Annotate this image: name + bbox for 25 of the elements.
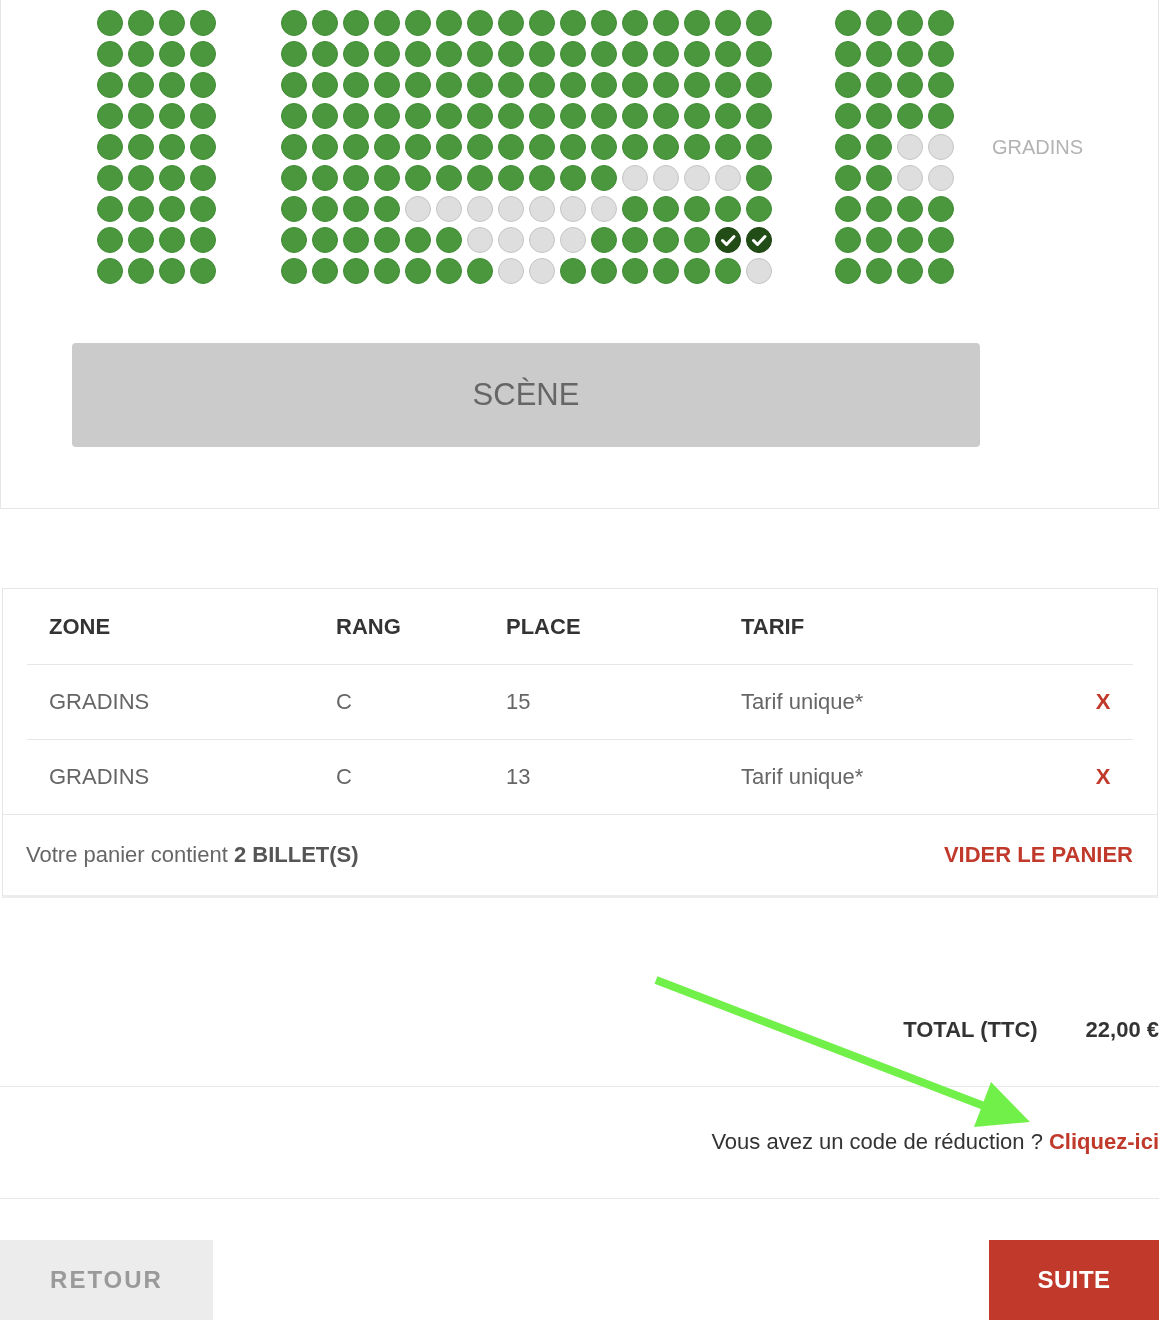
table-cell: GRADINS xyxy=(49,689,150,714)
discount-link[interactable]: Cliquez-ici xyxy=(1049,1129,1159,1154)
column-header: PLACE xyxy=(506,613,581,639)
table-cell: 15 xyxy=(506,689,531,714)
total-label: TOTAL (TTC) xyxy=(903,1016,1038,1044)
next-button[interactable]: SUITE xyxy=(989,1240,1159,1320)
empty-cart-link[interactable]: VIDER LE PANIER xyxy=(943,842,1133,868)
table-cell: Tarif unique* xyxy=(741,689,864,714)
discount-prompt: Vous avez un code de réduction ? Cliquez-ici xyxy=(711,1128,1159,1156)
table-cell: Tarif unique* xyxy=(741,764,864,789)
remove-button[interactable]: X xyxy=(1095,764,1111,790)
seat-icon[interactable] xyxy=(715,227,741,253)
column-header: TARIF xyxy=(741,613,805,639)
zone-label: GRADINS xyxy=(992,135,1084,159)
table-cell: 13 xyxy=(506,764,531,789)
table-cell: GRADINS xyxy=(49,764,150,789)
stage: SCÈNE xyxy=(72,343,980,447)
column-header: ZONE xyxy=(49,613,111,639)
table-cell: C xyxy=(336,689,352,714)
remove-button[interactable]: X xyxy=(1095,689,1111,715)
total-amount: 22,00 € xyxy=(1085,1016,1159,1044)
cart-summary: Votre panier contient 2 BILLET(S) xyxy=(26,842,359,868)
seat-icon[interactable] xyxy=(746,227,772,253)
table-cell: C xyxy=(336,764,352,789)
column-header: RANG xyxy=(336,613,401,639)
